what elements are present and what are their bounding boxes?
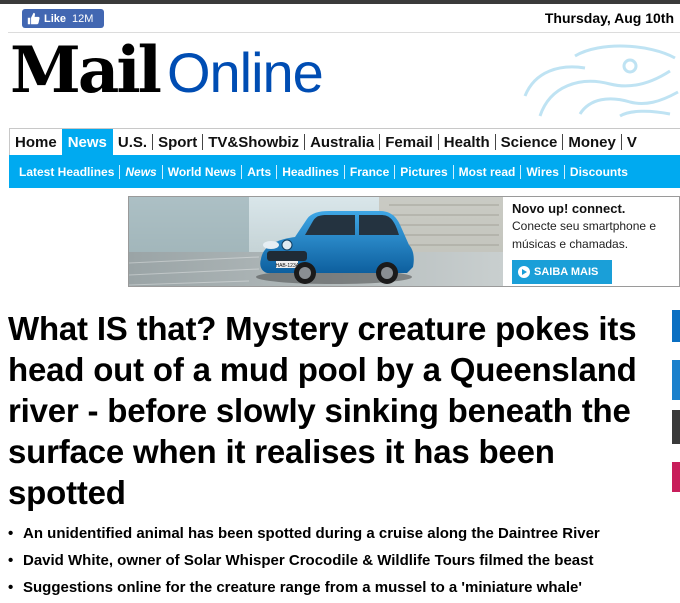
play-circle-icon (518, 266, 530, 278)
sidebar-edge (672, 410, 680, 444)
subnav-arts[interactable]: Arts (242, 165, 276, 179)
article-headline: What IS that? Mystery creature pokes its… (8, 310, 637, 511)
subnav-headlines[interactable]: Headlines (277, 165, 344, 179)
list-item: • David White, owner of Solar Whisper Cr… (8, 547, 668, 574)
logo-mail-text: Mail (10, 33, 162, 108)
nav-item-us[interactable]: U.S. (113, 129, 152, 155)
article-summary-list: • An unidentified animal has been spotte… (8, 520, 668, 601)
subnav-news[interactable]: News (120, 165, 161, 179)
nav-item-tv-showbiz[interactable]: TV&Showbiz (203, 129, 304, 155)
sidebar-edge (672, 462, 680, 492)
subnav-latest-headlines[interactable]: Latest Headlines (14, 165, 119, 179)
sub-nav: Latest Headlines News World News Arts He… (9, 155, 680, 188)
subnav-world-news[interactable]: World News (163, 165, 241, 179)
sidebar-edge (672, 310, 680, 342)
list-item: • Suggestions online for the creature ra… (8, 574, 668, 601)
car-advertisement[interactable]: HAB-1234 Novo up! connect. Conecte seu s… (128, 196, 680, 287)
cta-label: SAIBA MAIS (534, 266, 599, 278)
bullet-icon: • (8, 579, 14, 596)
saiba-mais-button[interactable]: SAIBA MAIS (512, 260, 612, 284)
subnav-pictures[interactable]: Pictures (395, 165, 452, 179)
sidebar-edge (672, 360, 680, 400)
browser-top-edge (0, 0, 680, 4)
subnav-discounts[interactable]: Discounts (565, 165, 633, 179)
bullet-text: David White, owner of Solar Whisper Croc… (23, 552, 594, 569)
thumbs-up-icon (27, 12, 40, 25)
mailonline-logo[interactable]: Mail Online (10, 33, 324, 108)
subnav-most-read[interactable]: Most read (454, 165, 521, 179)
bullet-text: An unidentified animal has been spotted … (23, 525, 600, 542)
facebook-like-button[interactable]: Like 12M (22, 9, 104, 28)
subnav-france[interactable]: France (345, 165, 394, 179)
nav-item-video[interactable]: V (622, 129, 642, 155)
nav-item-home[interactable]: Home (10, 129, 62, 155)
current-date: Thursday, Aug 10th (544, 10, 674, 26)
ad-title: Novo up! connect. (512, 201, 626, 216)
list-item: • An unidentified animal has been spotte… (8, 520, 668, 547)
bullet-text: Suggestions online for the creature rang… (23, 579, 582, 596)
nav-item-news[interactable]: News (61, 129, 113, 155)
nav-item-femail[interactable]: Femail (380, 129, 438, 155)
main-nav: Home News U.S. Sport TV&Showbiz Australi… (9, 128, 680, 155)
bullet-icon: • (8, 552, 14, 569)
nav-item-science[interactable]: Science (496, 129, 563, 155)
logo-online-text: Online (166, 41, 324, 104)
nav-item-health[interactable]: Health (439, 129, 495, 155)
like-label: Like (44, 12, 67, 25)
bullet-icon: • (8, 525, 14, 542)
ad-car-image: HAB-1234 (129, 197, 503, 286)
nav-item-australia[interactable]: Australia (305, 129, 379, 155)
ad-copy: Novo up! connect. Conecte seu smartphone… (512, 201, 679, 252)
nav-item-sport[interactable]: Sport (153, 129, 202, 155)
like-count: 12M (72, 12, 94, 25)
ad-body-line: músicas e chamadas. (512, 237, 629, 251)
ad-body-line: Conecte seu smartphone e (512, 219, 657, 233)
dragon-watermark-icon (523, 44, 679, 118)
nav-item-money[interactable]: Money (563, 129, 621, 155)
subnav-wires[interactable]: Wires (521, 165, 564, 179)
